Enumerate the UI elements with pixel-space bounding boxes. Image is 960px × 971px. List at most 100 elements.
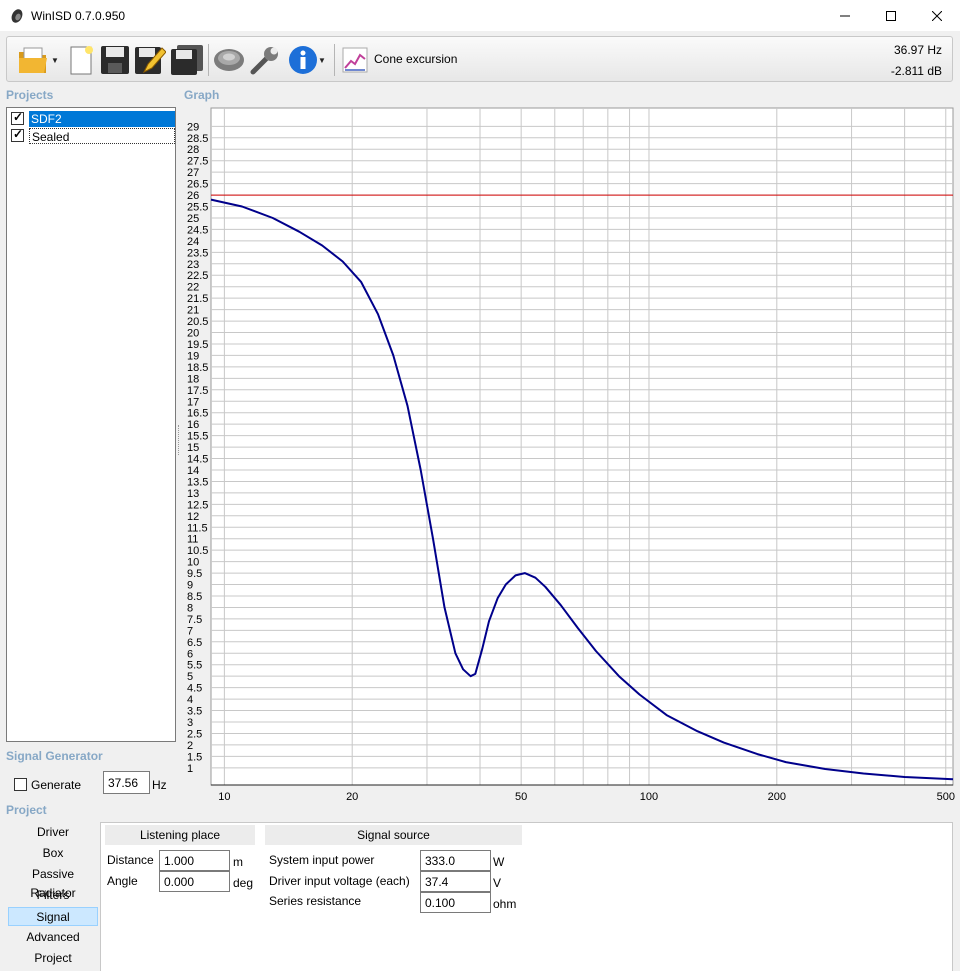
close-button[interactable] [914, 0, 960, 31]
y-tick-label: 11.5 [187, 522, 208, 534]
nav-project[interactable]: Project [8, 949, 98, 968]
edit-project-button[interactable] [133, 42, 167, 78]
y-tick-label: 15 [187, 442, 199, 454]
maximize-button[interactable] [868, 0, 914, 31]
wrench-icon [250, 47, 278, 75]
y-tick-label: 19.5 [187, 339, 208, 351]
nav-advanced[interactable]: Advanced [8, 928, 98, 947]
y-tick-label: 28 [187, 144, 199, 156]
y-tick-label: 20 [187, 328, 199, 340]
new-project-button[interactable] [65, 42, 97, 78]
toolbar-separator [334, 44, 335, 76]
x-tick-label: 50 [515, 791, 527, 803]
driver-input-voltage-input[interactable]: 37.4 [420, 871, 491, 892]
nav-driver[interactable]: Driver [8, 823, 98, 842]
y-tick-label: 26 [187, 190, 199, 202]
y-tick-label: 8.5 [187, 591, 202, 603]
maximize-icon [886, 10, 896, 21]
y-tick-label: 8 [187, 602, 193, 614]
y-tick-label: 18 [187, 373, 199, 385]
graph-type-button[interactable] [339, 42, 371, 78]
y-tick-label: 29 [187, 121, 199, 133]
y-tick-label: 28.5 [187, 133, 208, 145]
y-tick-label: 17 [187, 396, 199, 408]
y-tick-label: 10 [187, 557, 199, 569]
save-as-button[interactable] [169, 42, 205, 78]
y-tick-label: 5.5 [187, 660, 202, 672]
toolbar: ▼ ▼ Cone excursion 36.97 Hz -2.811 dB [6, 36, 953, 82]
distance-label: Distance [107, 853, 154, 867]
y-tick-label: 26.5 [187, 179, 208, 191]
app-logo-icon [9, 8, 25, 24]
y-tick-label: 9.5 [187, 568, 202, 580]
y-tick-label: 17.5 [187, 385, 208, 397]
y-tick-label: 4 [187, 694, 193, 706]
y-tick-label: 13 [187, 488, 199, 500]
system-input-power-input[interactable]: 333.0 [420, 850, 491, 871]
driver-button[interactable] [212, 42, 246, 78]
signal-panel: Listening place Distance 1.000 m Angle 0… [100, 822, 953, 971]
project-name[interactable]: SDF2 [29, 111, 175, 127]
y-tick-label: 6 [187, 648, 193, 660]
series-resistance-input[interactable]: 0.100 [420, 892, 491, 913]
driver-input-voltage-unit: V [493, 876, 502, 890]
distance-unit: m [233, 855, 243, 869]
list-item[interactable]: Sealed [9, 127, 175, 144]
nav-passive-radiator[interactable]: Passive Radiator [8, 865, 98, 900]
cursor-frequency-readout: 36.97 Hz [893, 43, 942, 57]
generator-frequency-input[interactable]: 37.56 [103, 771, 150, 794]
y-tick-label: 15.5 [187, 431, 208, 443]
close-icon [932, 10, 942, 21]
y-tick-label: 11 [187, 534, 198, 546]
tools-button[interactable] [248, 42, 282, 78]
listening-place-header: Listening place [105, 825, 255, 845]
y-tick-label: 14.5 [187, 454, 208, 466]
y-tick-label: 22.5 [187, 270, 208, 282]
y-tick-label: 14 [187, 465, 199, 477]
cursor-value-readout: -2.811 dB [890, 64, 942, 78]
info-button[interactable]: ▼ [284, 42, 330, 78]
angle-unit: deg [233, 876, 254, 890]
generate-label[interactable]: Generate [31, 778, 81, 792]
nav-filters[interactable]: Filters [8, 886, 98, 905]
toolbar-separator [208, 44, 209, 76]
x-tick-label: 500 [937, 791, 955, 803]
y-tick-label: 16 [187, 419, 199, 431]
angle-input[interactable]: 0.000 [159, 871, 230, 892]
project-name[interactable]: Sealed [29, 128, 175, 144]
plot-area[interactable] [210, 107, 954, 786]
y-tick-label: 16.5 [187, 408, 208, 420]
y-tick-label: 1.5 [187, 751, 202, 763]
generate-checkbox[interactable] [14, 778, 27, 791]
x-tick-label: 10 [218, 791, 230, 803]
projects-list[interactable]: SDF2 Sealed [6, 107, 176, 742]
y-tick-label: 3.5 [187, 706, 202, 718]
cone-excursion-graph[interactable]: 11.522.533.544.555.566.577.588.599.51010… [180, 105, 956, 805]
y-tick-label: 7.5 [187, 614, 202, 626]
graph-type-label[interactable]: Cone excursion [374, 52, 457, 66]
floppy-disk-multi-icon [171, 45, 203, 75]
distance-input[interactable]: 1.000 [159, 850, 230, 871]
save-button[interactable] [99, 42, 131, 78]
minimize-button[interactable] [822, 0, 868, 31]
list-item[interactable]: SDF2 [9, 110, 175, 127]
driver-input-voltage-label: Driver input voltage (each) [269, 874, 410, 888]
y-tick-label: 3 [187, 717, 193, 729]
y-tick-label: 24 [187, 236, 199, 248]
signal-source-header: Signal source [265, 825, 522, 845]
y-tick-label: 2.5 [187, 728, 202, 740]
nav-signal[interactable]: Signal [8, 907, 98, 926]
nav-box[interactable]: Box [8, 844, 98, 863]
y-tick-label: 10.5 [187, 545, 208, 557]
series-resistance-unit: ohm [493, 897, 517, 911]
y-tick-label: 12.5 [187, 499, 208, 511]
generator-frequency-unit: Hz [152, 778, 167, 792]
project-checkbox[interactable] [11, 127, 24, 142]
project-checkbox[interactable] [11, 110, 24, 125]
app-window: WinISD 0.7.0.950 ▼ ▼ Cone excursion 36.9… [0, 0, 960, 971]
open-project-button[interactable]: ▼ [13, 42, 63, 78]
y-tick-label: 1 [187, 763, 193, 775]
speaker-driver-icon [214, 49, 244, 71]
y-tick-label: 21.5 [187, 293, 208, 305]
minimize-icon [840, 15, 850, 16]
